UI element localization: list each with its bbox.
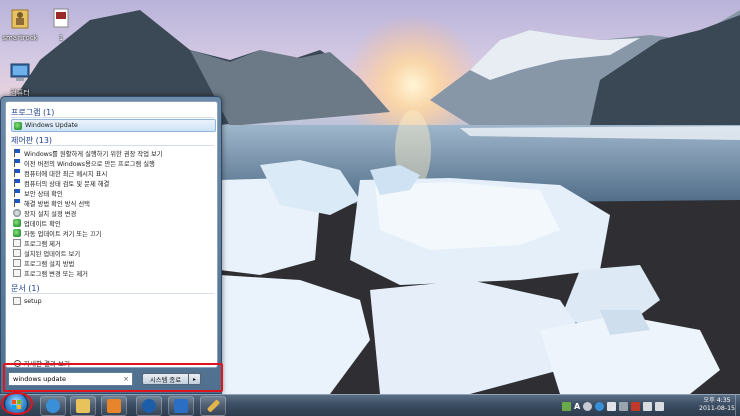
start-button[interactable] [4, 392, 28, 416]
shutdown-button[interactable]: 시스템 종료 [142, 373, 189, 385]
result-item[interactable]: 장치 설치 설정 변경 [13, 208, 213, 218]
result-item[interactable]: 설치된 업데이트 보기 [13, 248, 213, 258]
result-label: 컴퓨터에 대한 최근 메시지 표시 [24, 170, 108, 178]
show-desktop-button[interactable] [735, 395, 740, 416]
user-folder-icon [11, 9, 29, 29]
gear-icon [13, 209, 21, 217]
search-input-value: windows update [13, 375, 67, 383]
clock-time: 오후 4:35 [703, 397, 731, 404]
flag-icon [13, 159, 21, 167]
taskbar: A 오후 4:35 2011-08-15 [0, 392, 740, 416]
tray-arrow-icon[interactable] [619, 401, 629, 411]
desktop-icon-label: 1 [58, 34, 64, 42]
flag-icon [13, 149, 21, 157]
hp-icon [142, 399, 156, 413]
result-item[interactable]: 이전 버전의 Windows용으로 만든 프로그램 실행 [13, 158, 213, 168]
taskbar-file-explorer[interactable] [70, 396, 96, 416]
result-label: 프로그램 변경 또는 제거 [24, 270, 88, 278]
programs-icon [13, 249, 21, 257]
clear-search-icon[interactable]: × [123, 375, 129, 383]
checkmark-app-icon [174, 399, 188, 413]
divider [11, 117, 214, 118]
search-results-pane: 프로그램 (1) Windows Update 제어판 (13) Windows… [5, 101, 218, 368]
result-label: 해결 방법 확인 방식 선택 [24, 200, 90, 208]
result-item[interactable]: 업데이트 확인 [13, 218, 213, 228]
result-label: Windows Update [25, 122, 78, 129]
computer-icon [10, 63, 30, 81]
language-indicator[interactable]: A [574, 402, 580, 411]
result-item[interactable]: 보안 상태 확인 [13, 188, 213, 198]
desktop-icon-computer[interactable]: 컴퓨터 [0, 62, 40, 98]
taskbar-media-player[interactable] [101, 396, 127, 416]
programs-icon [13, 269, 21, 277]
result-label: 업데이트 확인 [24, 220, 61, 228]
result-label: 이전 버전의 Windows용으로 만든 프로그램 실행 [24, 160, 155, 168]
flag-icon [13, 199, 21, 207]
result-item[interactable]: 프로그램 설치 방법 [13, 258, 213, 268]
ime-icon[interactable] [583, 401, 593, 411]
programs-icon [13, 239, 21, 247]
divider [11, 145, 214, 146]
result-item[interactable]: 프로그램 제거 [13, 238, 213, 248]
windows-update-icon [13, 229, 21, 237]
keyboard-icon[interactable] [607, 401, 617, 411]
result-label: Windows를 원활하게 실행하기 위한 권장 작업 보기 [24, 150, 163, 158]
programs-icon [13, 259, 21, 267]
flag-icon [13, 179, 21, 187]
help-icon[interactable] [595, 401, 605, 411]
document-icon [13, 297, 21, 305]
network-icon[interactable] [643, 401, 653, 411]
desktop-icon-smartrock[interactable]: smartrock [0, 6, 40, 42]
result-label: 프로그램 제거 [24, 240, 61, 248]
result-setup[interactable]: setup [13, 296, 213, 306]
result-item[interactable]: 컴퓨터의 상태 검토 및 문제 해결 [13, 178, 213, 188]
result-item[interactable]: 컴퓨터에 대한 최근 메시지 표시 [13, 168, 213, 178]
volume-icon[interactable] [655, 401, 665, 411]
taskbar-pencil-app[interactable] [200, 396, 226, 416]
image-file-icon [53, 8, 69, 28]
internet-explorer-icon [46, 399, 60, 413]
taskbar-checkmark-app[interactable] [168, 396, 194, 416]
taskbar-hp[interactable] [136, 396, 162, 416]
security-icon[interactable] [562, 401, 571, 411]
clock-date: 2011-08-15 [699, 405, 735, 412]
result-item[interactable]: 프로그램 변경 또는 제거 [13, 268, 213, 278]
divider [11, 293, 214, 294]
desktop-icon-label: smartrock [2, 34, 38, 42]
desktop-icon-1[interactable]: 1 [41, 6, 81, 42]
system-tray: A [562, 398, 665, 414]
see-more-results-link[interactable]: 자세한 결과 보기 [14, 358, 70, 368]
result-label: 자동 업데이트 켜기 또는 끄기 [24, 230, 102, 238]
result-windows-update[interactable]: Windows Update [11, 119, 216, 132]
result-label: 보안 상태 확인 [24, 190, 63, 198]
result-label: 장치 설치 설정 변경 [24, 210, 77, 218]
result-label: setup [24, 297, 42, 305]
result-label: 설치된 업데이트 보기 [24, 250, 81, 258]
search-input[interactable]: windows update × [8, 372, 133, 386]
result-item[interactable]: Windows를 원활하게 실행하기 위한 권장 작업 보기 [13, 148, 213, 158]
taskbar-clock[interactable]: 오후 4:35 2011-08-15 [698, 397, 736, 413]
result-label: 컴퓨터의 상태 검토 및 문제 해결 [24, 180, 110, 188]
file-explorer-icon [76, 399, 90, 413]
result-label: 프로그램 설치 방법 [24, 260, 75, 268]
windows-update-icon [13, 219, 21, 227]
result-item[interactable]: 자동 업데이트 켜기 또는 끄기 [13, 228, 213, 238]
taskbar-internet-explorer[interactable] [40, 396, 66, 416]
start-menu: 프로그램 (1) Windows Update 제어판 (13) Windows… [0, 96, 222, 394]
windows-logo-icon [12, 400, 21, 409]
flag-icon [13, 189, 21, 197]
magnifier-icon [14, 359, 21, 367]
flag-icon [13, 169, 21, 177]
pencil-app-icon [206, 399, 220, 413]
windows-update-icon [14, 121, 22, 130]
see-more-results-label: 자세한 결과 보기 [24, 360, 70, 368]
media-player-icon [107, 399, 121, 413]
flag-tray-icon[interactable] [631, 401, 641, 411]
shutdown-options-arrow-icon[interactable]: ▸ [189, 373, 201, 385]
result-item[interactable]: 해결 방법 확인 방식 선택 [13, 198, 213, 208]
